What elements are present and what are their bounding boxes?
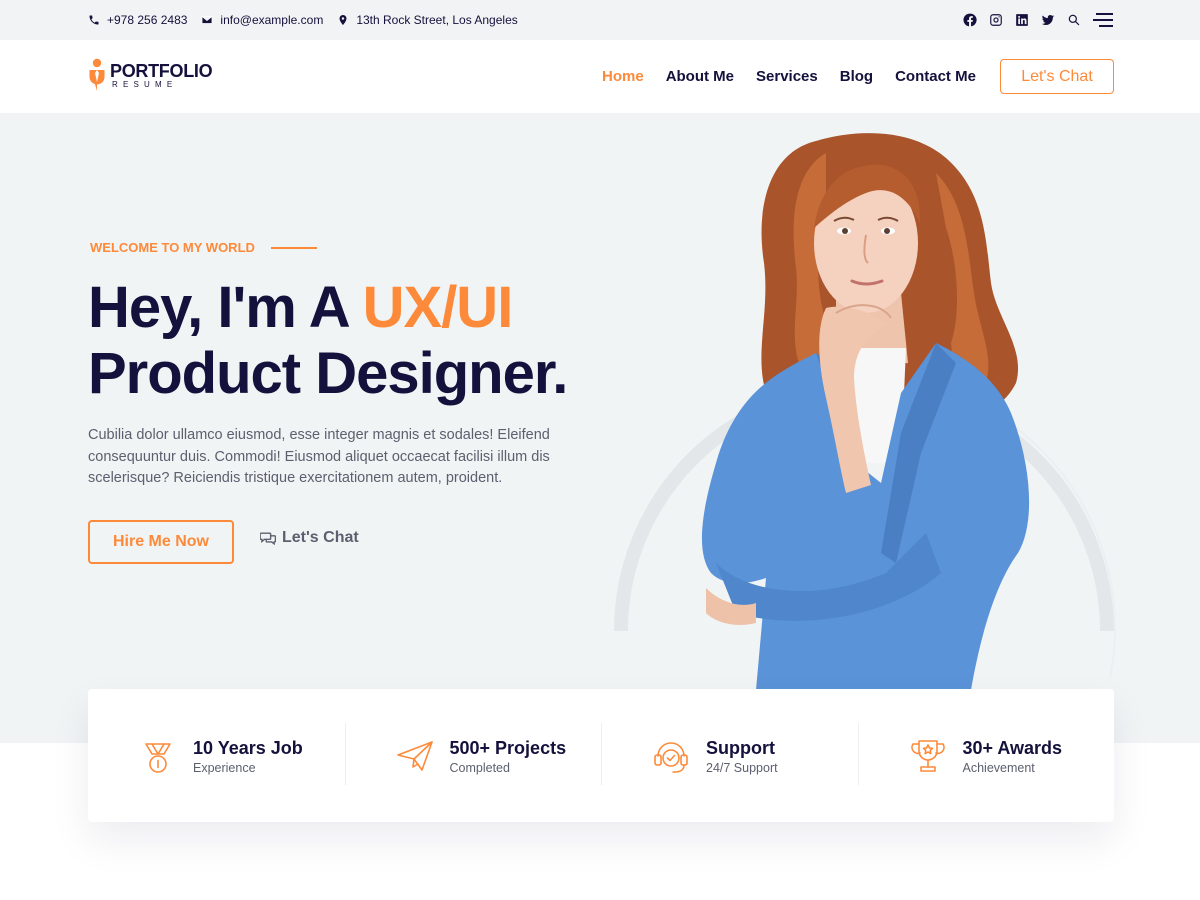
stat-item-support: Support 24/7 Support — [601, 689, 858, 822]
facebook-icon[interactable] — [963, 13, 977, 27]
hire-me-button[interactable]: Hire Me Now — [88, 520, 234, 564]
linkedin-icon[interactable] — [1015, 13, 1029, 27]
map-pin-icon — [339, 15, 347, 25]
stat-value: 500+ Projects — [449, 737, 567, 758]
hero-title-part1: Hey, I'm A — [88, 275, 363, 340]
nav-services[interactable]: Services — [756, 68, 818, 85]
chat-bubbles-icon — [260, 532, 276, 545]
logo-subtitle: RESUME — [112, 79, 178, 89]
phone-icon — [89, 15, 99, 25]
stat-label: Achievement — [962, 760, 1035, 775]
main-nav: Home About Me Services Blog Contact Me — [602, 40, 976, 113]
kicker-line — [270, 246, 317, 249]
twitter-icon[interactable] — [1041, 13, 1055, 27]
hero-description: Cubilia dolor ullamco eiusmod, esse inte… — [88, 427, 550, 486]
hero-title: Hey, I'm A UX/UI Product Designer. — [88, 275, 568, 407]
stat-item-projects: 500+ Projects Completed — [344, 689, 602, 822]
header-lets-chat-button[interactable]: Let's Chat — [1000, 59, 1114, 94]
logo-title: PORTFOLIO — [110, 60, 213, 81]
headset-icon — [651, 736, 691, 776]
lets-chat-text: Let's Chat — [282, 529, 359, 546]
hero-title-line2: Product Designer. — [88, 341, 568, 406]
instagram-icon[interactable] — [989, 13, 1003, 27]
nav-home[interactable]: Home — [602, 68, 644, 85]
medal-icon — [138, 736, 178, 776]
search-icon[interactable] — [1067, 13, 1081, 27]
nav-blog[interactable]: Blog — [840, 68, 873, 85]
hero-lets-chat-link[interactable]: Let's Chat — [260, 529, 359, 547]
site-logo[interactable]: PORTFOLIO RESUME — [88, 58, 213, 92]
stat-item-awards: 30+ Awards Achievement — [857, 689, 1115, 822]
social-links — [963, 0, 1113, 40]
nav-about-me[interactable]: About Me — [666, 68, 734, 85]
kicker-text: WELCOME TO MY WORLD — [90, 240, 255, 255]
email-item[interactable]: info@example.com — [201, 13, 323, 27]
hero-kicker: WELCOME TO MY WORLD — [90, 240, 317, 255]
envelope-icon — [202, 16, 213, 24]
phone-text: +978 256 2483 — [107, 13, 188, 27]
stat-value: 10 Years Job — [193, 737, 303, 758]
paper-plane-icon — [395, 736, 435, 776]
stat-label: 24/7 Support — [706, 760, 778, 775]
contact-info: +978 256 2483 info@example.com 13th Rock… — [88, 0, 520, 40]
hero-title-accent: UX/UI — [362, 275, 514, 340]
designer-portrait-image — [701, 133, 1030, 690]
email-text: info@example.com — [220, 13, 324, 27]
top-info-bar: +978 256 2483 info@example.com 13th Rock… — [0, 0, 1200, 40]
stats-card: 10 Years Job Experience 500+ Projects Co… — [88, 689, 1114, 822]
phone-item[interactable]: +978 256 2483 — [88, 13, 187, 27]
stat-value: Support — [706, 737, 775, 758]
logo-mark-icon — [89, 58, 105, 91]
address-item: 13th Rock Street, Los Angeles — [337, 13, 518, 27]
trophy-icon — [908, 736, 948, 776]
stat-value: 30+ Awards — [962, 737, 1063, 758]
stat-item-experience: 10 Years Job Experience — [88, 689, 345, 822]
menu-icon[interactable] — [1093, 13, 1113, 27]
site-header: PORTFOLIO RESUME Home About Me Services … — [0, 40, 1200, 113]
nav-contact-me[interactable]: Contact Me — [895, 68, 976, 85]
stat-label: Completed — [449, 760, 510, 775]
address-text: 13th Rock Street, Los Angeles — [356, 13, 518, 27]
stat-label: Experience — [193, 760, 256, 775]
